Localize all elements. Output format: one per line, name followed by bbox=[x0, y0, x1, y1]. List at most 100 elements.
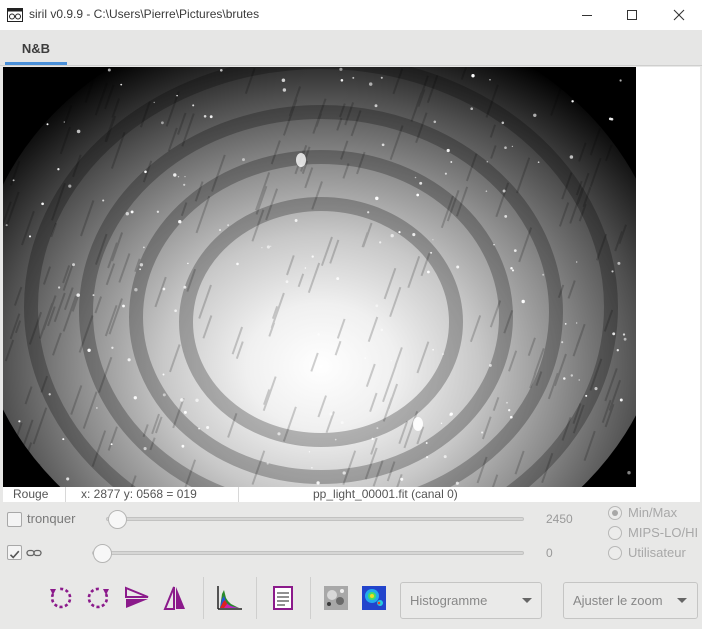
status-separator bbox=[65, 487, 66, 502]
scale-user-radio[interactable] bbox=[608, 546, 622, 560]
star bbox=[352, 76, 355, 79]
astro-image-render bbox=[3, 67, 636, 487]
star bbox=[285, 280, 289, 283]
star bbox=[471, 74, 475, 78]
rotate-right-button[interactable] bbox=[84, 583, 114, 613]
star bbox=[470, 107, 474, 111]
link-checkbox[interactable] bbox=[7, 545, 22, 560]
star bbox=[127, 358, 131, 362]
minimize-button[interactable] bbox=[564, 0, 610, 30]
chevron-down-icon bbox=[522, 598, 532, 603]
star bbox=[380, 328, 384, 332]
star bbox=[173, 173, 177, 177]
star bbox=[521, 299, 525, 304]
star bbox=[444, 172, 447, 175]
display-mode-dropdown[interactable]: Histogramme bbox=[400, 582, 542, 619]
scale-user-label: Utilisateur bbox=[628, 545, 686, 560]
star bbox=[218, 228, 222, 232]
star bbox=[504, 215, 508, 218]
star bbox=[449, 412, 453, 416]
scale-mips-radio[interactable] bbox=[608, 526, 622, 540]
star bbox=[456, 265, 460, 269]
star bbox=[443, 455, 447, 459]
tab-nb[interactable]: N&B bbox=[5, 30, 67, 66]
mirror-x-button[interactable] bbox=[122, 583, 152, 613]
star bbox=[563, 377, 566, 380]
star bbox=[537, 161, 540, 164]
star bbox=[57, 168, 60, 171]
star bbox=[450, 161, 453, 163]
star bbox=[427, 270, 430, 274]
star bbox=[501, 121, 505, 125]
star bbox=[68, 184, 72, 188]
scale-minmax-label: Min/Max bbox=[628, 505, 678, 520]
high-cut-slider[interactable] bbox=[106, 517, 524, 521]
star bbox=[227, 224, 229, 226]
status-channel: Rouge bbox=[13, 487, 49, 501]
false-color-colormap-button[interactable] bbox=[359, 583, 389, 613]
mirror-y-button[interactable] bbox=[160, 583, 190, 613]
star bbox=[153, 101, 155, 104]
histogram-button[interactable] bbox=[214, 583, 244, 613]
image-info-button[interactable] bbox=[268, 583, 298, 613]
zoom-mode-dropdown[interactable]: Ajuster le zoom bbox=[563, 582, 698, 619]
star bbox=[612, 332, 616, 336]
astro-image[interactable] bbox=[3, 67, 636, 487]
status-separator bbox=[238, 487, 239, 502]
window-title: siril v0.9.9 - C:\Users\Pierre\Pictures\… bbox=[29, 7, 260, 21]
star bbox=[481, 431, 484, 434]
grayscale-colormap-button[interactable] bbox=[321, 583, 351, 613]
star bbox=[533, 113, 537, 118]
star bbox=[375, 196, 379, 201]
star bbox=[371, 437, 374, 440]
grayscale-map-icon bbox=[324, 586, 348, 610]
channel-tab-strip: N&B bbox=[0, 30, 702, 66]
star bbox=[430, 251, 433, 254]
star bbox=[266, 462, 269, 465]
scale-minmax-radio[interactable] bbox=[608, 506, 622, 520]
clip-checkbox[interactable] bbox=[7, 512, 22, 527]
star bbox=[506, 401, 508, 404]
star bbox=[5, 224, 8, 227]
clip-label: tronquer bbox=[27, 511, 76, 526]
star bbox=[261, 247, 263, 249]
display-mode-value: Histogramme bbox=[410, 593, 488, 608]
star bbox=[125, 212, 129, 216]
star bbox=[180, 398, 184, 402]
star bbox=[176, 94, 178, 97]
high-cut-slider-handle[interactable] bbox=[108, 510, 127, 529]
rotate-left-button[interactable] bbox=[45, 583, 75, 613]
star bbox=[46, 123, 49, 126]
star bbox=[107, 68, 111, 72]
star bbox=[342, 471, 346, 475]
low-cut-slider[interactable] bbox=[92, 551, 524, 555]
star bbox=[102, 199, 105, 202]
star bbox=[62, 438, 65, 441]
star bbox=[576, 322, 578, 324]
star bbox=[489, 79, 491, 81]
star bbox=[433, 120, 437, 124]
close-button[interactable] bbox=[656, 0, 702, 30]
tab-nb-label: N&B bbox=[21, 40, 51, 56]
image-viewport[interactable] bbox=[3, 67, 700, 487]
star bbox=[122, 304, 125, 308]
star bbox=[513, 249, 517, 252]
maximize-button[interactable] bbox=[609, 0, 655, 30]
star bbox=[493, 244, 495, 246]
star bbox=[198, 427, 200, 430]
star bbox=[569, 155, 574, 159]
star bbox=[425, 442, 428, 444]
status-filename: pp_light_00001.fit (canal 0) bbox=[313, 487, 458, 501]
star bbox=[627, 470, 631, 475]
star bbox=[542, 273, 545, 276]
low-cut-slider-handle[interactable] bbox=[93, 544, 112, 563]
star bbox=[63, 121, 66, 123]
star bbox=[219, 68, 223, 72]
star bbox=[96, 407, 98, 409]
star bbox=[87, 348, 91, 352]
star bbox=[561, 341, 564, 344]
star bbox=[266, 245, 270, 249]
star bbox=[162, 287, 166, 291]
star bbox=[206, 425, 210, 430]
star bbox=[511, 145, 514, 148]
